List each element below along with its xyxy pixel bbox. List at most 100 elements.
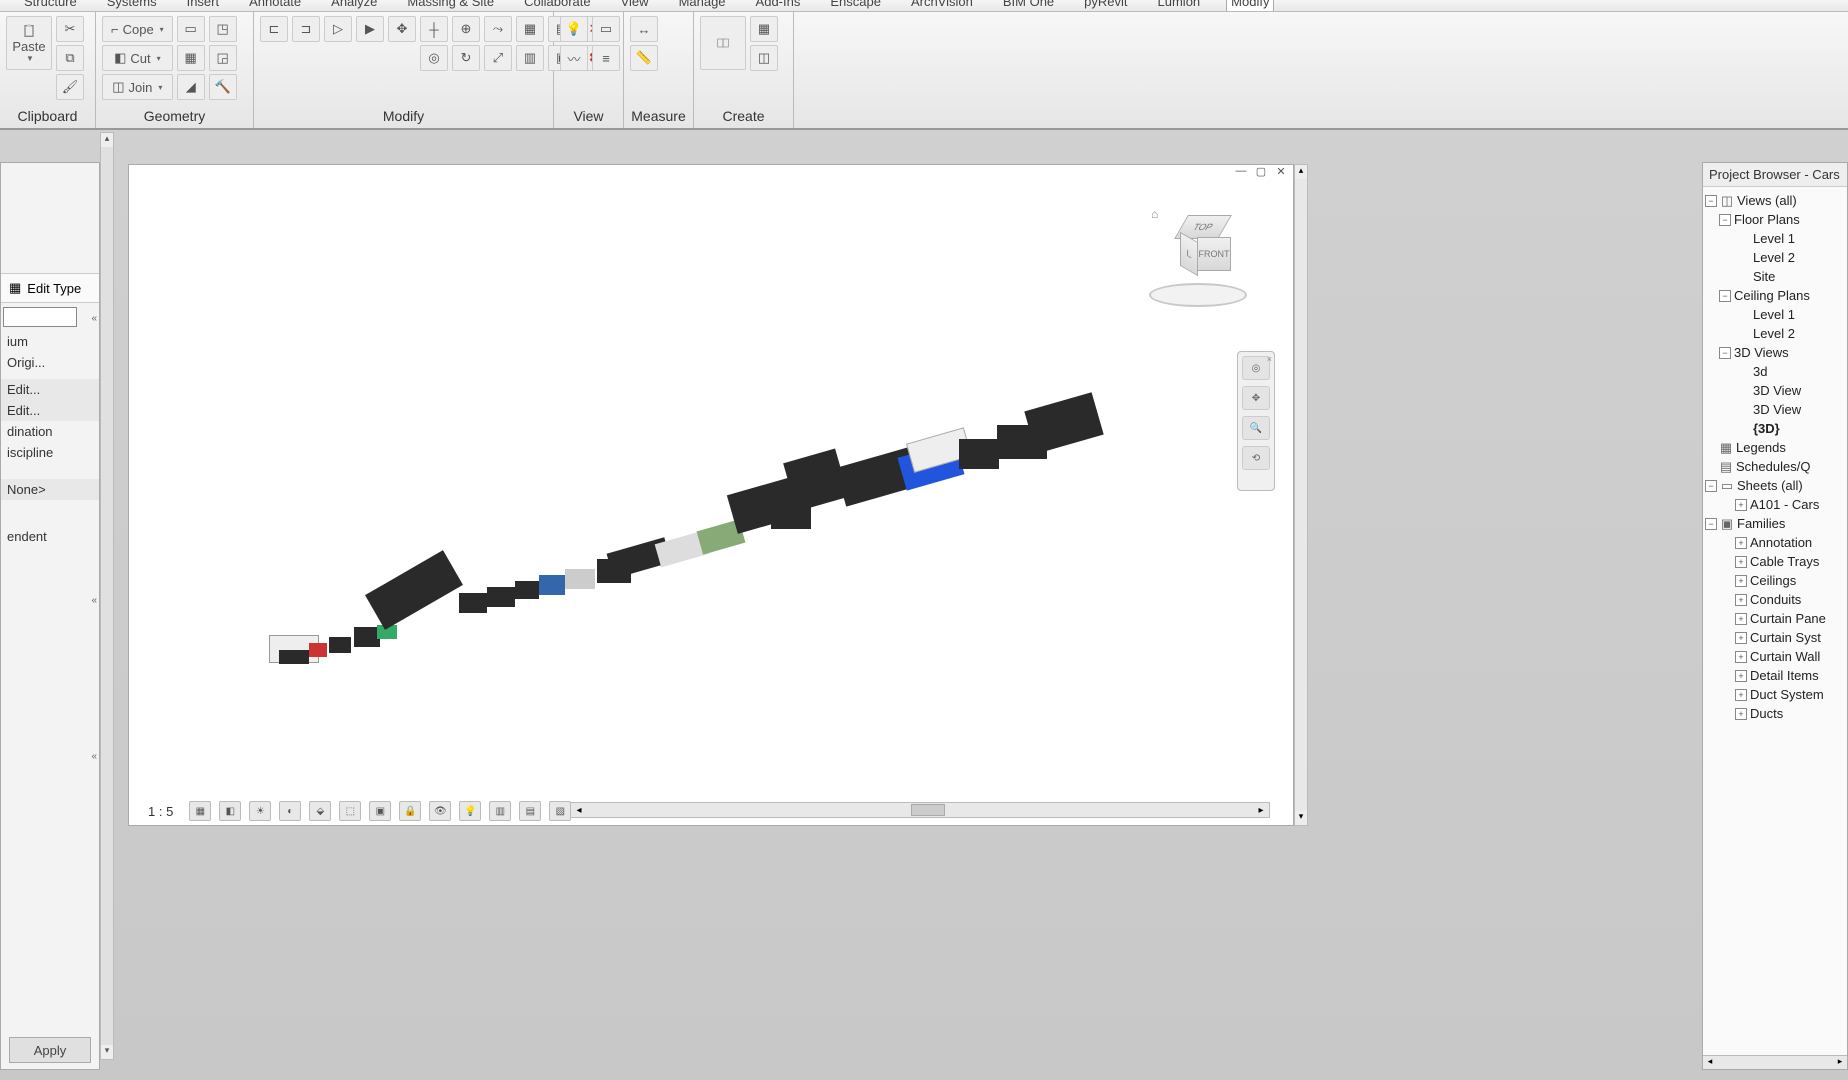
expand-icon[interactable]: + xyxy=(1735,708,1747,720)
collapse-icon[interactable]: « xyxy=(91,751,97,762)
view-canvas[interactable]: — ▢ ✕ ⌂ TOP L FRONT × ◎ ✥ 🔍 ⟲ xyxy=(128,164,1294,826)
menu-view[interactable]: View xyxy=(617,0,653,11)
viewcube-front-face[interactable]: FRONT xyxy=(1197,237,1231,271)
tree-node-family[interactable]: +Detail Items xyxy=(1705,666,1845,685)
expand-icon[interactable]: + xyxy=(1735,613,1747,625)
mirror-axis-button[interactable]: ▷ xyxy=(324,16,352,42)
tree-node-clevel2[interactable]: Level 2 xyxy=(1705,324,1845,343)
detail-level-button[interactable]: ▦ xyxy=(189,801,211,821)
scroll-thumb[interactable] xyxy=(911,804,945,816)
tree-node-site[interactable]: Site xyxy=(1705,267,1845,286)
view-cube[interactable]: ⌂ TOP L FRONT xyxy=(1143,205,1253,315)
scroll-up-icon[interactable]: ▴ xyxy=(1295,165,1307,179)
property-row[interactable]: Origi... xyxy=(1,352,99,373)
scroll-down-icon[interactable]: ▾ xyxy=(101,1045,113,1059)
view-scale[interactable]: 1 : 5 xyxy=(140,804,181,819)
sun-path-button[interactable]: ☀ xyxy=(249,801,271,821)
cut-clipboard-button[interactable]: ✂ xyxy=(56,16,84,42)
property-row[interactable]: dination xyxy=(1,421,99,442)
collapse-icon[interactable]: « xyxy=(91,595,97,606)
menu-structure[interactable]: Structure xyxy=(20,0,81,11)
tree-node-family[interactable]: +Curtain Pane xyxy=(1705,609,1845,628)
mirror-draw-button[interactable]: ▶ xyxy=(356,16,384,42)
tree-node-floorplans[interactable]: −Floor Plans xyxy=(1705,210,1845,229)
reveal-hidden-button[interactable]: 💡 xyxy=(459,801,481,821)
menu-bimone[interactable]: BIM One xyxy=(999,0,1058,11)
crop-region-button[interactable]: ▣ xyxy=(369,801,391,821)
create-group-button[interactable]: ▦ xyxy=(750,16,778,42)
pan-button[interactable]: ✥ xyxy=(1242,386,1270,410)
override-button[interactable]: ▭ xyxy=(592,16,620,42)
property-edit-button[interactable]: Edit... xyxy=(1,400,99,421)
scroll-right-icon[interactable]: ▸ xyxy=(1833,1056,1847,1069)
align-button[interactable]: ⊏ xyxy=(260,16,288,42)
tree-node-family[interactable]: +Ducts xyxy=(1705,704,1845,723)
copy-clipboard-button[interactable]: ⧉ xyxy=(56,45,84,71)
expand-icon[interactable]: + xyxy=(1735,689,1747,701)
collapse-icon[interactable]: − xyxy=(1705,480,1717,492)
scale-button[interactable]: ⤢ xyxy=(484,45,512,71)
viewcube-cube[interactable]: TOP L FRONT xyxy=(1173,223,1227,277)
tree-node-family[interactable]: +Duct System xyxy=(1705,685,1845,704)
viewcube-compass[interactable] xyxy=(1149,283,1247,307)
tree-node-3dview2[interactable]: 3D View xyxy=(1705,400,1845,419)
split-face-button[interactable]: ▦ xyxy=(177,45,205,71)
edit-type-button[interactable]: ▦ Edit Type xyxy=(1,273,99,303)
match-type-button[interactable]: 🖌 xyxy=(56,74,84,100)
visual-style-button[interactable]: ◧ xyxy=(219,801,241,821)
create-similar-button[interactable] xyxy=(700,16,746,70)
menu-manage[interactable]: Manage xyxy=(675,0,730,11)
property-row[interactable]: ium xyxy=(1,331,99,352)
scroll-left-icon[interactable]: ◂ xyxy=(571,805,587,816)
filter-button[interactable]: ≡ xyxy=(592,45,620,71)
lock-view-button[interactable]: 🔒 xyxy=(399,801,421,821)
menu-archvision[interactable]: ArchVision xyxy=(907,0,977,11)
scroll-down-icon[interactable]: ▾ xyxy=(1295,811,1307,825)
property-edit-button[interactable]: Edit... xyxy=(1,379,99,400)
tree-node-level1[interactable]: Level 1 xyxy=(1705,229,1845,248)
wall-opening-button[interactable]: ▭ xyxy=(177,16,205,42)
tree-node-ceilingplans[interactable]: −Ceiling Plans xyxy=(1705,286,1845,305)
collapse-icon[interactable]: « xyxy=(91,313,97,324)
tree-node-level2[interactable]: Level 2 xyxy=(1705,248,1845,267)
tree-node-legends[interactable]: ▦Legends xyxy=(1705,438,1845,457)
create-parts-button[interactable]: ◫ xyxy=(750,45,778,71)
zoom-button[interactable]: 🔍 xyxy=(1242,416,1270,440)
offset-button[interactable]: ⊐ xyxy=(292,16,320,42)
property-row[interactable]: endent xyxy=(1,526,99,547)
collapse-icon[interactable]: − xyxy=(1705,195,1717,207)
menu-collaborate[interactable]: Collaborate xyxy=(520,0,595,11)
home-icon[interactable]: ⌂ xyxy=(1151,207,1158,221)
tree-node-clevel1[interactable]: Level 1 xyxy=(1705,305,1845,324)
tree-node-family[interactable]: +Ceilings xyxy=(1705,571,1845,590)
shadows-button[interactable]: ◐ xyxy=(279,801,301,821)
orbit-button[interactable]: ⟲ xyxy=(1242,446,1270,470)
move-button[interactable]: ✥ xyxy=(388,16,416,42)
trim-extend-button[interactable]: ┼ xyxy=(420,16,448,42)
join-button[interactable]: ◫Join▾ xyxy=(102,74,173,100)
expand-icon[interactable]: + xyxy=(1735,670,1747,682)
split-button[interactable]: ⊕ xyxy=(452,16,480,42)
copy-button[interactable]: ◎ xyxy=(420,45,448,71)
measure-button[interactable]: 📏 xyxy=(630,45,658,71)
menu-analyze[interactable]: Analyze xyxy=(327,0,381,11)
demolish-button[interactable]: ◳ xyxy=(209,16,237,42)
constraints-button[interactable]: ▧ xyxy=(549,801,571,821)
menu-annotate[interactable]: Annotate xyxy=(245,0,305,11)
scroll-right-icon[interactable]: ▸ xyxy=(1253,805,1269,816)
collapse-icon[interactable]: − xyxy=(1719,290,1731,302)
scroll-left-icon[interactable]: ◂ xyxy=(1703,1056,1717,1069)
tree-node-family[interactable]: +Annotation xyxy=(1705,533,1845,552)
tree-node-family[interactable]: +Conduits xyxy=(1705,590,1845,609)
cut-geometry-button[interactable]: ◧Cut▾ xyxy=(102,45,173,71)
tree-node-3d-current[interactable]: {3D} xyxy=(1705,419,1845,438)
geo-hammer-button[interactable]: 🔨 xyxy=(209,74,237,100)
canvas-horizontal-scrollbar[interactable]: ◂ ▸ xyxy=(570,802,1270,818)
close-view-button[interactable]: ✕ xyxy=(1273,164,1289,180)
properties-scrollbar[interactable]: ▴ ▾ xyxy=(100,132,114,1060)
rendering-button[interactable]: ⬙ xyxy=(309,801,331,821)
menu-lumion[interactable]: Lumion xyxy=(1154,0,1205,11)
tree-node-sheet-a101[interactable]: +A101 - Cars xyxy=(1705,495,1845,514)
menu-massing-site[interactable]: Massing & Site xyxy=(403,0,498,11)
property-row[interactable]: iscipline xyxy=(1,442,99,463)
